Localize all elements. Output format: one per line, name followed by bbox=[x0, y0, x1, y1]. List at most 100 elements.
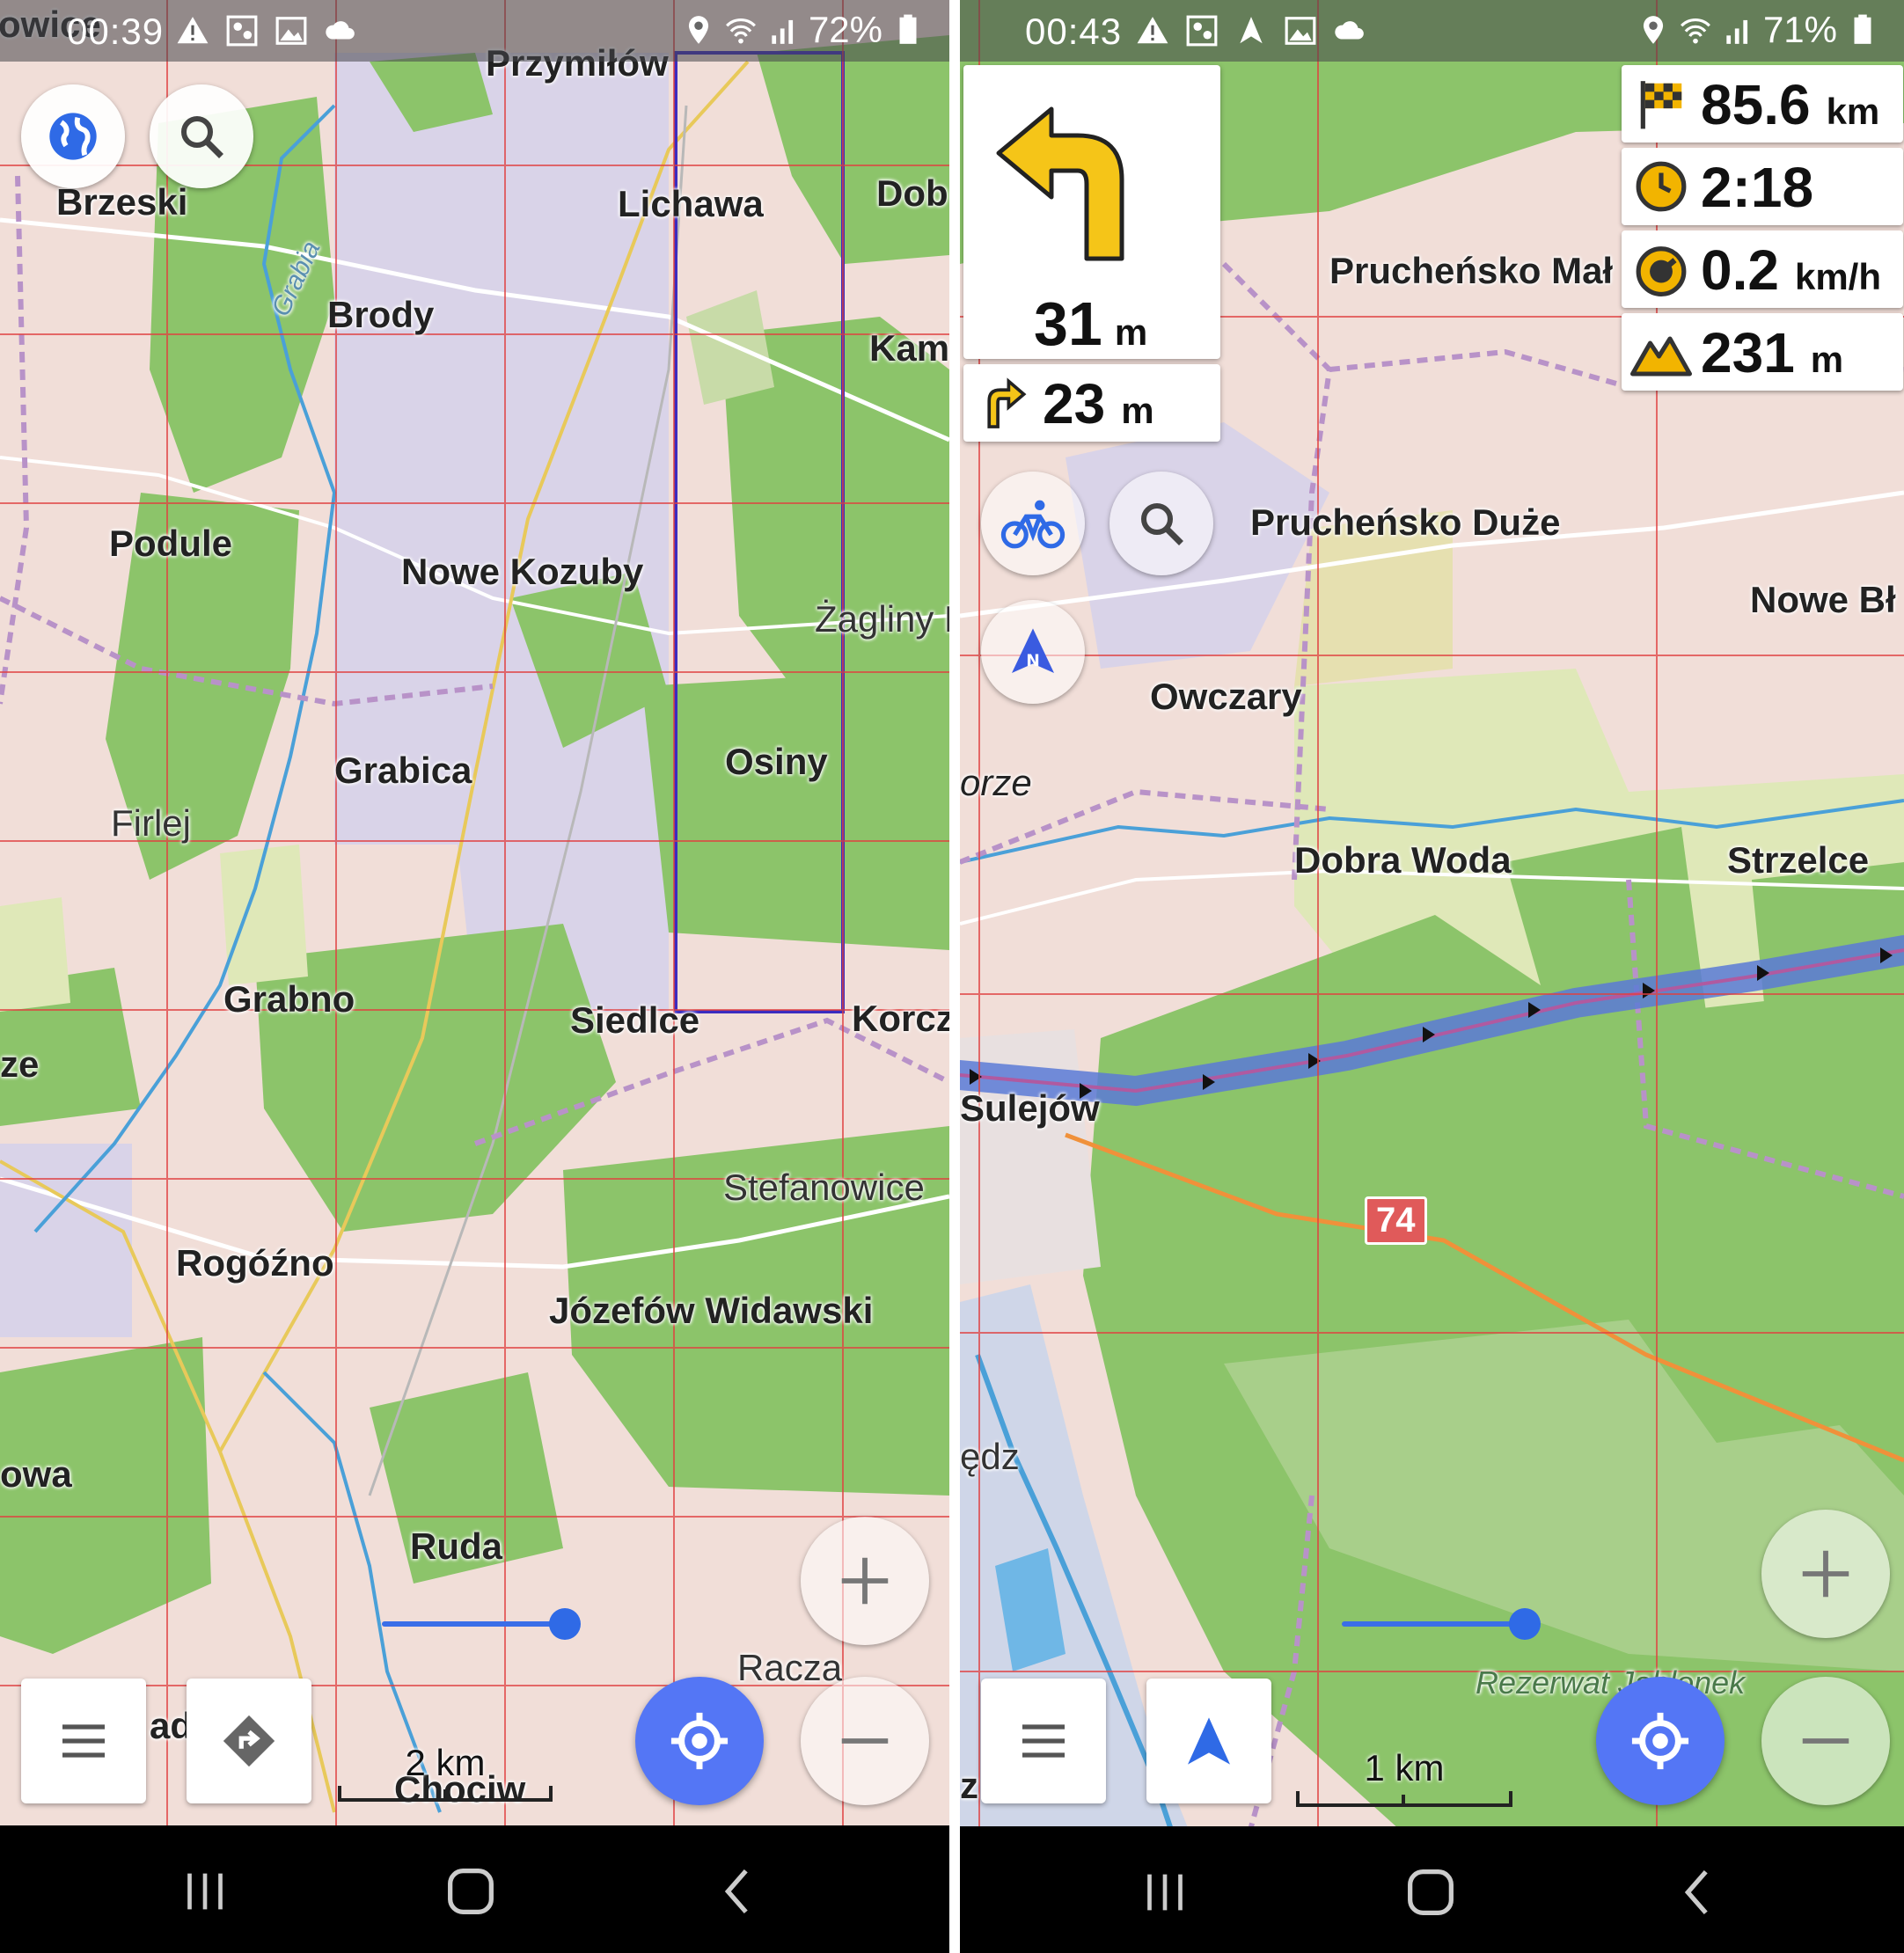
signal-icon bbox=[772, 19, 794, 44]
map-screen-left: owice Przymiłów Brzeski Lichawa Dob Brod… bbox=[0, 0, 949, 1953]
people-icon bbox=[226, 15, 258, 47]
place-label: Dobra Woda bbox=[1294, 839, 1512, 881]
time-value: 2:18 bbox=[1701, 156, 1814, 219]
place-label: Owczary bbox=[1150, 676, 1302, 717]
map-style-button[interactable] bbox=[21, 84, 125, 188]
recent-apps-icon[interactable] bbox=[1134, 1862, 1196, 1923]
place-label: ze bbox=[0, 1043, 40, 1085]
zoom-slider[interactable] bbox=[382, 1621, 561, 1627]
map-scale: 2 km bbox=[338, 1742, 553, 1802]
zoom-slider-handle[interactable] bbox=[549, 1608, 581, 1640]
place-label: Żagliny N bbox=[815, 598, 949, 640]
place-label: Siedlce bbox=[570, 999, 700, 1041]
home-icon[interactable] bbox=[1400, 1862, 1461, 1923]
battery-icon bbox=[899, 14, 917, 44]
place-label: Rogóźno bbox=[176, 1242, 334, 1284]
menu-button[interactable] bbox=[21, 1679, 146, 1803]
next-turn-panel[interactable]: 31 m bbox=[963, 65, 1220, 359]
zoom-slider[interactable] bbox=[1342, 1621, 1521, 1627]
app-profile-button[interactable] bbox=[981, 472, 1085, 575]
place-label: owa bbox=[0, 1453, 72, 1495]
wifi-icon bbox=[1680, 18, 1710, 44]
compass-button[interactable]: N bbox=[981, 600, 1085, 704]
wifi-icon bbox=[725, 18, 756, 44]
back-icon[interactable] bbox=[707, 1861, 769, 1922]
location-icon bbox=[688, 16, 709, 44]
status-time: 00:43 bbox=[1025, 11, 1123, 52]
distance-unit: km bbox=[1826, 91, 1880, 132]
search-button[interactable] bbox=[1109, 472, 1213, 575]
place-label: Firlej bbox=[111, 802, 191, 844]
globe-icon bbox=[49, 113, 97, 160]
speed-widget[interactable]: 0.2 km/h bbox=[1622, 230, 1903, 308]
place-label: Osiny bbox=[725, 741, 828, 782]
plus-icon bbox=[841, 1557, 889, 1605]
status-bar: 00:43 71% bbox=[960, 0, 1904, 62]
then-turn-unit: m bbox=[1121, 390, 1154, 431]
place-label: Podule bbox=[109, 523, 233, 564]
menu-button[interactable] bbox=[981, 1679, 1106, 1803]
then-turn-panel[interactable]: 23 m bbox=[963, 364, 1220, 442]
place-label: Prucheńsko Mał bbox=[1329, 250, 1614, 291]
speed-unit: km/h bbox=[1794, 256, 1881, 297]
image-icon bbox=[275, 17, 307, 45]
place-label: Strzelce bbox=[1727, 839, 1870, 881]
place-label: Kam bbox=[869, 327, 949, 369]
directions-icon bbox=[223, 1715, 275, 1767]
place-label: Józefów Widawski bbox=[549, 1290, 874, 1331]
place-label: Sulejów bbox=[960, 1087, 1100, 1129]
bicycle-icon bbox=[1000, 500, 1066, 549]
scale-label: 2 km bbox=[405, 1742, 486, 1783]
place-label: orze bbox=[960, 762, 1032, 803]
speed-value: 0.2 bbox=[1701, 238, 1779, 302]
people-icon bbox=[1186, 15, 1218, 47]
altitude-widget[interactable]: 231 m bbox=[1622, 313, 1903, 391]
cloud-icon bbox=[1335, 21, 1364, 40]
map-screen-right: Prucheńsko Mał Prucheńsko Duże Nowe Bł O… bbox=[960, 0, 1904, 1953]
altitude-unit: m bbox=[1810, 339, 1844, 380]
my-location-button[interactable] bbox=[635, 1677, 764, 1805]
place-label: Racza bbox=[737, 1647, 843, 1688]
warning-icon bbox=[177, 17, 209, 44]
place-label: z bbox=[960, 1765, 978, 1806]
recent-apps-icon[interactable] bbox=[174, 1861, 236, 1922]
place-label: ędz bbox=[960, 1436, 1020, 1477]
mountain-icon bbox=[1630, 336, 1692, 377]
zoom-out-button[interactable] bbox=[801, 1677, 929, 1805]
turn-distance: 31 bbox=[1034, 289, 1102, 358]
plus-icon bbox=[1802, 1550, 1849, 1598]
crosshair-icon bbox=[1631, 1712, 1689, 1770]
place-label: Dob bbox=[876, 172, 948, 214]
home-icon[interactable] bbox=[440, 1861, 502, 1922]
turn-right-small-icon bbox=[987, 377, 1027, 428]
location-icon bbox=[1643, 16, 1664, 44]
zoom-out-button[interactable] bbox=[1761, 1677, 1890, 1805]
navigation-button[interactable] bbox=[1146, 1679, 1271, 1803]
search-icon bbox=[1141, 503, 1183, 545]
signal-icon bbox=[1726, 19, 1748, 44]
my-location-button[interactable] bbox=[1596, 1677, 1725, 1805]
distance-remaining-widget[interactable]: 85.6 km bbox=[1622, 65, 1903, 143]
place-label: Grabno bbox=[223, 978, 355, 1020]
cloud-icon bbox=[326, 21, 355, 40]
minus-icon bbox=[1802, 1738, 1849, 1744]
warning-icon bbox=[1137, 17, 1168, 44]
zoom-in-button[interactable] bbox=[1761, 1510, 1890, 1638]
place-label: Nowe Kozuby bbox=[401, 551, 644, 592]
directions-button[interactable] bbox=[187, 1679, 311, 1803]
battery-percent: 71% bbox=[1762, 9, 1837, 50]
battery-percent: 72% bbox=[808, 9, 882, 50]
status-time: 00:39 bbox=[67, 11, 165, 52]
zoom-in-button[interactable] bbox=[801, 1517, 929, 1645]
search-button[interactable] bbox=[150, 84, 253, 188]
place-label: Grabica bbox=[334, 750, 472, 791]
back-icon[interactable] bbox=[1667, 1862, 1729, 1923]
panel-divider bbox=[949, 0, 960, 1953]
image-icon bbox=[1285, 17, 1316, 45]
road-number-badge: 74 bbox=[1365, 1196, 1427, 1245]
zoom-slider-handle[interactable] bbox=[1509, 1608, 1541, 1640]
system-nav-bar bbox=[0, 1825, 949, 1953]
time-remaining-widget[interactable]: 2:18 bbox=[1622, 148, 1903, 225]
place-label: Stefanowice bbox=[723, 1167, 925, 1208]
place-label: Prucheńsko Duże bbox=[1250, 501, 1561, 543]
